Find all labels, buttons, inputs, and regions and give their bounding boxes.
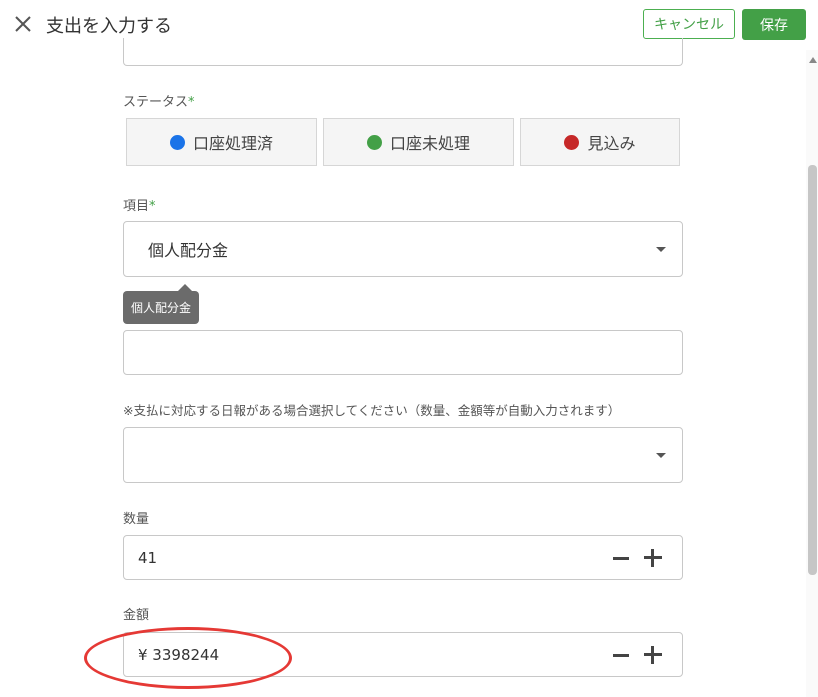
item-label: 項目*	[123, 199, 156, 214]
status-option-expected[interactable]: 見込み	[520, 118, 680, 166]
daily-report-hint: ※支払に対応する日報がある場合選択してください（数量、金額等が自動入力されます）	[123, 403, 621, 418]
tooltip-arrow	[178, 284, 192, 291]
annotation-ellipse	[84, 627, 292, 689]
item-select-value: 個人配分金	[148, 241, 229, 260]
minus-icon[interactable]	[613, 653, 629, 657]
quantity-label: 数量	[123, 512, 150, 527]
red-dot-icon	[564, 134, 580, 150]
plus-icon[interactable]	[644, 645, 662, 664]
status-option-processed[interactable]: 口座処理済	[126, 118, 317, 166]
minus-icon[interactable]	[613, 556, 629, 560]
save-button[interactable]: 保存	[742, 9, 806, 40]
text-input[interactable]	[123, 330, 683, 375]
dialog-title: 支出を入力する	[46, 16, 172, 37]
close-icon[interactable]	[12, 13, 34, 35]
chevron-down-icon	[656, 247, 666, 252]
scroll-up-icon[interactable]	[809, 57, 817, 63]
quantity-stepper[interactable]: 41	[123, 535, 683, 580]
previous-field[interactable]	[123, 38, 683, 66]
chevron-down-icon	[656, 453, 666, 458]
amount-label: 金額	[123, 608, 150, 623]
status-option-label: 口座処理済	[192, 134, 273, 153]
scrollbar-thumb[interactable]	[808, 165, 817, 575]
green-dot-icon	[366, 134, 382, 150]
cancel-button[interactable]: キャンセル	[643, 9, 735, 39]
daily-report-select[interactable]	[123, 427, 683, 483]
status-label: ステータス*	[123, 95, 195, 110]
item-select[interactable]: 個人配分金	[123, 221, 683, 277]
quantity-value: 41	[138, 548, 158, 567]
item-tooltip: 個人配分金	[123, 291, 199, 324]
plus-icon[interactable]	[644, 548, 662, 567]
blue-dot-icon	[169, 134, 185, 150]
status-option-unprocessed[interactable]: 口座未処理	[323, 118, 514, 166]
status-option-label: 口座未処理	[389, 134, 470, 153]
status-option-label: 見込み	[587, 134, 636, 153]
